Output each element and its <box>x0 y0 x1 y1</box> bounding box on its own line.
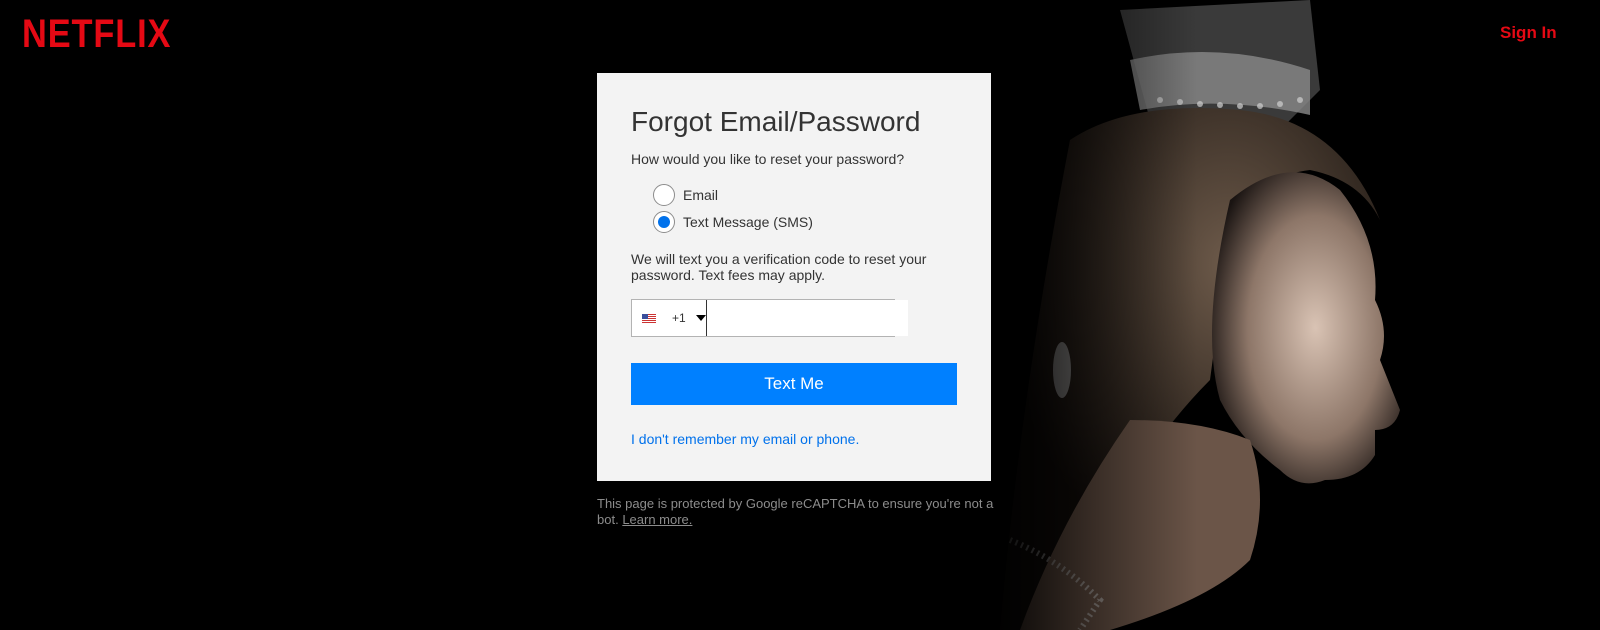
radio-button-email[interactable] <box>653 183 675 206</box>
forgot-password-card: Forgot Email/Password How would you like… <box>597 73 991 481</box>
phone-number-group: +1 <box>631 299 908 337</box>
us-flag-icon <box>642 313 656 323</box>
radio-option-email[interactable]: Email <box>653 181 957 208</box>
radio-button-sms[interactable] <box>653 210 675 233</box>
learn-more-link[interactable]: Learn more. <box>622 512 692 527</box>
reset-method-prompt: How would you like to reset your passwor… <box>631 151 905 167</box>
text-me-button[interactable]: Text Me <box>631 363 957 405</box>
netflix-logo[interactable]: NETFLIX <box>22 12 171 57</box>
radio-label-sms: Text Message (SMS) <box>683 213 813 230</box>
radio-label-email: Email <box>683 186 719 203</box>
forgot-email-phone-link[interactable]: I don't remember my email or phone. <box>631 431 859 447</box>
radio-selected-dot <box>658 215 670 228</box>
sms-info-text: We will text you a verification code to … <box>631 251 927 283</box>
caret-down-icon <box>695 315 706 321</box>
page-title: Forgot Email/Password <box>631 106 921 137</box>
recaptcha-notice: This page is protected by Google reCAPTC… <box>597 496 997 528</box>
country-code-select[interactable]: +1 <box>632 300 707 336</box>
sign-in-link[interactable]: Sign In <box>1500 23 1557 43</box>
country-code: +1 <box>672 311 686 325</box>
page: NETFLIX Sign In Forgot Email/Password Ho… <box>0 0 1600 630</box>
hero-background-image <box>980 0 1600 630</box>
phone-number-input[interactable] <box>706 300 908 336</box>
radio-option-sms[interactable]: Text Message (SMS) <box>653 208 957 235</box>
